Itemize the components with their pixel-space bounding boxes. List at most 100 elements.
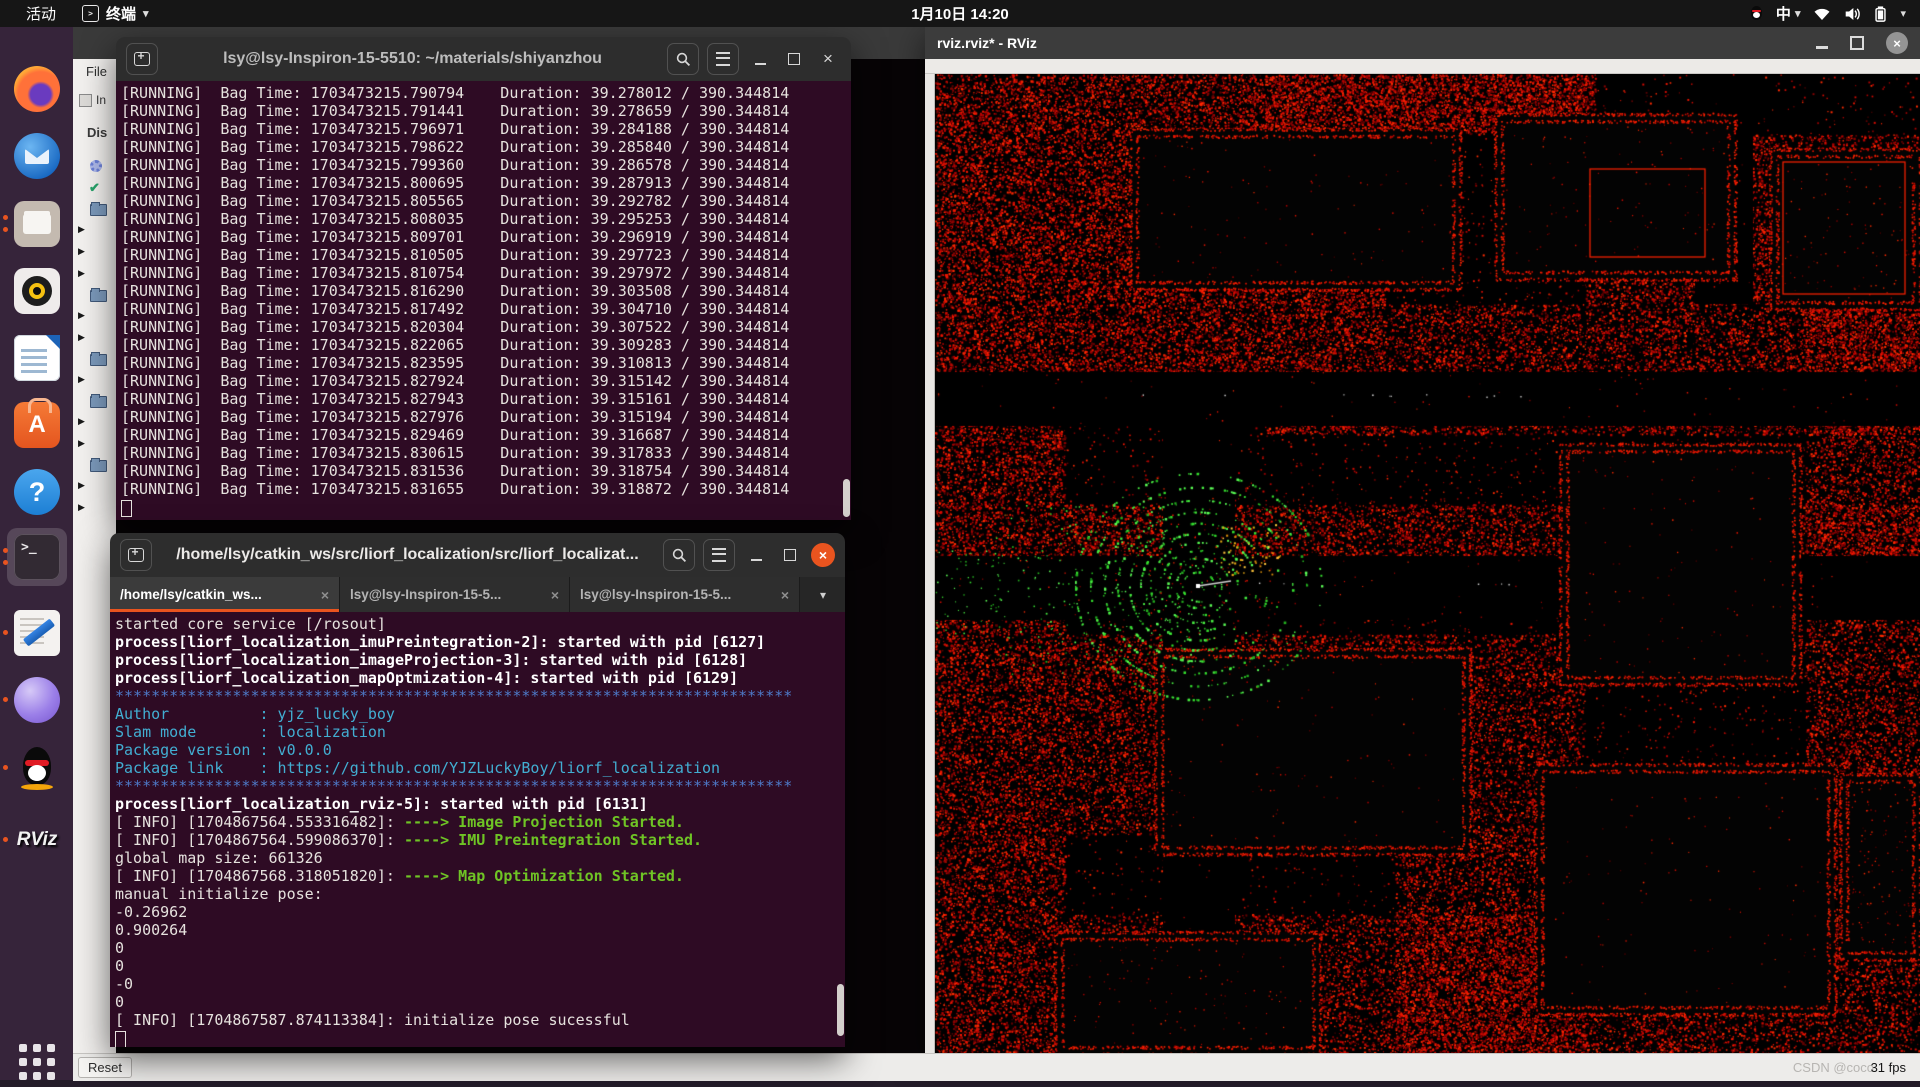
new-tab-button[interactable]	[126, 43, 158, 75]
tab-close-icon[interactable]: ×	[551, 587, 559, 603]
displays-tree-row[interactable]: ▶	[73, 245, 116, 261]
rviz-window: rviz.rviz* - RViz ×	[925, 27, 1920, 1053]
close-button[interactable]: ×	[811, 543, 835, 567]
close-button[interactable]: ×	[815, 46, 841, 72]
search-button[interactable]	[667, 43, 699, 75]
minimize-button[interactable]	[747, 46, 773, 72]
dock-item-libreoffice-writer[interactable]	[12, 333, 62, 383]
terminal-output-line: [RUNNING] Bag Time: 1703473215.816290 Du…	[121, 282, 851, 300]
chevron-down-icon[interactable]: ▾	[1900, 7, 1906, 20]
clock[interactable]: 1月10日 14:20	[0, 3, 1920, 24]
displays-tree-row[interactable]	[73, 201, 116, 217]
rviz-file-menu[interactable]: File	[86, 64, 107, 79]
dock-item-qq[interactable]	[12, 743, 62, 793]
displays-tree-row[interactable]	[73, 457, 116, 473]
tab-label: lsy@lsy-Inspiron-15-5...	[350, 587, 543, 602]
files-icon	[14, 201, 60, 247]
ubuntu-software-icon: A	[14, 402, 60, 448]
interact-tool-button[interactable]: In	[79, 93, 106, 107]
maximize-icon	[788, 53, 800, 65]
maximize-button[interactable]	[781, 46, 807, 72]
displays-tree-row[interactable]: ▶	[73, 267, 116, 283]
displays-tree-row[interactable]: ▶	[73, 223, 116, 239]
dock-item-rhythmbox[interactable]	[12, 266, 62, 316]
new-tab-icon	[128, 548, 144, 562]
displays-tree-row[interactable]: ✔	[73, 181, 116, 197]
running-indicator-dot	[3, 560, 8, 565]
activities-button[interactable]: 活动	[26, 3, 56, 24]
terminal-tab[interactable]: lsy@lsy-Inspiron-15-5... ×	[340, 577, 570, 612]
dock-item-rviz[interactable]: RViz	[12, 815, 62, 865]
close-icon[interactable]: ×	[1886, 32, 1908, 54]
wifi-icon[interactable]	[1813, 7, 1831, 21]
dock-item-ubuntu-software[interactable]: A	[12, 400, 62, 450]
dock-item-help[interactable]: ?	[12, 467, 62, 517]
terminal-output-line: [RUNNING] Bag Time: 1703473215.800695 Du…	[121, 174, 851, 192]
restore-icon[interactable]	[1850, 36, 1864, 50]
terminal-output[interactable]: started core service [/rosout]process[li…	[110, 612, 845, 1047]
terminal-tab[interactable]: /home/lsy/catkin_ws...×	[110, 577, 340, 612]
csdn-watermark: CSDN @coco	[1793, 1060, 1874, 1075]
dock-item-firefox[interactable]	[12, 64, 62, 114]
displays-tree-row[interactable]	[73, 287, 116, 303]
displays-tree-row[interactable]: ▶	[73, 331, 116, 347]
input-method-indicator[interactable]: 中▾	[1776, 3, 1801, 24]
terminal-output-line: [ INFO] [1704867568.318051820]: ----> Ma…	[115, 867, 845, 885]
minimize-icon[interactable]	[1816, 46, 1828, 49]
qq-icon	[14, 745, 60, 791]
terminal-output-line: -0	[115, 975, 845, 993]
tab-list-dropdown[interactable]: ▾	[801, 577, 845, 612]
folder-icon	[90, 204, 107, 216]
interact-icon	[79, 94, 92, 107]
rviz-viewport[interactable]	[935, 74, 1920, 1054]
terminal-output-line: [ INFO] [1704867564.599086370]: ----> IM…	[115, 831, 845, 849]
tab-close-icon[interactable]: ×	[781, 587, 789, 603]
displays-tree-row[interactable]	[73, 351, 116, 367]
terminal-output-line: [RUNNING] Bag Time: 1703473215.817492 Du…	[121, 300, 851, 318]
displays-tree-row[interactable]	[73, 159, 116, 175]
minimize-button[interactable]	[743, 542, 769, 568]
dock-item-terminal[interactable]: >_	[12, 532, 62, 582]
battery-icon[interactable]	[1874, 6, 1887, 22]
search-button[interactable]	[663, 539, 695, 571]
displays-tree-row[interactable]: ▶	[73, 437, 116, 453]
terminal-icon: >_	[14, 534, 60, 580]
terminal-output-line: ****************************************…	[115, 687, 845, 705]
scrollbar-thumb[interactable]	[843, 479, 850, 517]
tab-close-icon[interactable]: ×	[321, 587, 329, 603]
reset-button[interactable]: Reset	[78, 1057, 132, 1078]
menu-button[interactable]	[703, 539, 735, 571]
rviz-panel-edge[interactable]	[925, 74, 935, 1054]
gear-icon	[90, 160, 102, 172]
displays-tree-row[interactable]: ▶	[73, 479, 116, 495]
terminal-headerbar[interactable]: lsy@lsy-Inspiron-15-5510: ~/materials/sh…	[116, 37, 851, 81]
expander-triangle-icon: ▶	[78, 502, 85, 513]
app-menu[interactable]: > 终端 ▾	[82, 3, 149, 24]
displays-tree-row[interactable]: ▶	[73, 309, 116, 325]
dock-item-thunderbird[interactable]	[12, 131, 62, 181]
displays-tree-row[interactable]: ▶	[73, 415, 116, 431]
displays-tree-row[interactable]: ▶	[73, 373, 116, 389]
running-indicator-dot	[3, 765, 8, 770]
terminal-output-line: 0	[115, 939, 845, 957]
folder-icon	[90, 460, 107, 472]
qq-tray-icon[interactable]	[1750, 6, 1763, 22]
terminal-output-line: [RUNNING] Bag Time: 1703473215.796971 Du…	[121, 120, 851, 138]
new-tab-button[interactable]	[120, 539, 152, 571]
scrollbar-thumb[interactable]	[837, 984, 844, 1036]
menu-button[interactable]	[707, 43, 739, 75]
terminal-headerbar[interactable]: /home/lsy/catkin_ws/src/liorf_localizati…	[110, 533, 845, 577]
terminal-tab[interactable]: lsy@lsy-Inspiron-15-5...×	[570, 577, 800, 612]
terminal-output[interactable]: [RUNNING] Bag Time: 1703473215.790794 Du…	[116, 81, 851, 520]
volume-icon[interactable]	[1844, 7, 1861, 21]
dock-item-network-app[interactable]	[12, 675, 62, 725]
displays-tree-row[interactable]: ▶	[73, 501, 116, 517]
terminal-output-line: [RUNNING] Bag Time: 1703473215.798622 Du…	[121, 138, 851, 156]
minimize-icon	[751, 559, 762, 561]
terminal-output-line: [RUNNING] Bag Time: 1703473215.791441 Du…	[121, 102, 851, 120]
maximize-button[interactable]	[777, 542, 803, 568]
dock-item-files[interactable]	[12, 199, 62, 249]
dock-item-text-editor[interactable]	[12, 608, 62, 658]
rviz-titlebar[interactable]: rviz.rviz* - RViz ×	[925, 27, 1920, 59]
displays-tree-row[interactable]	[73, 393, 116, 409]
